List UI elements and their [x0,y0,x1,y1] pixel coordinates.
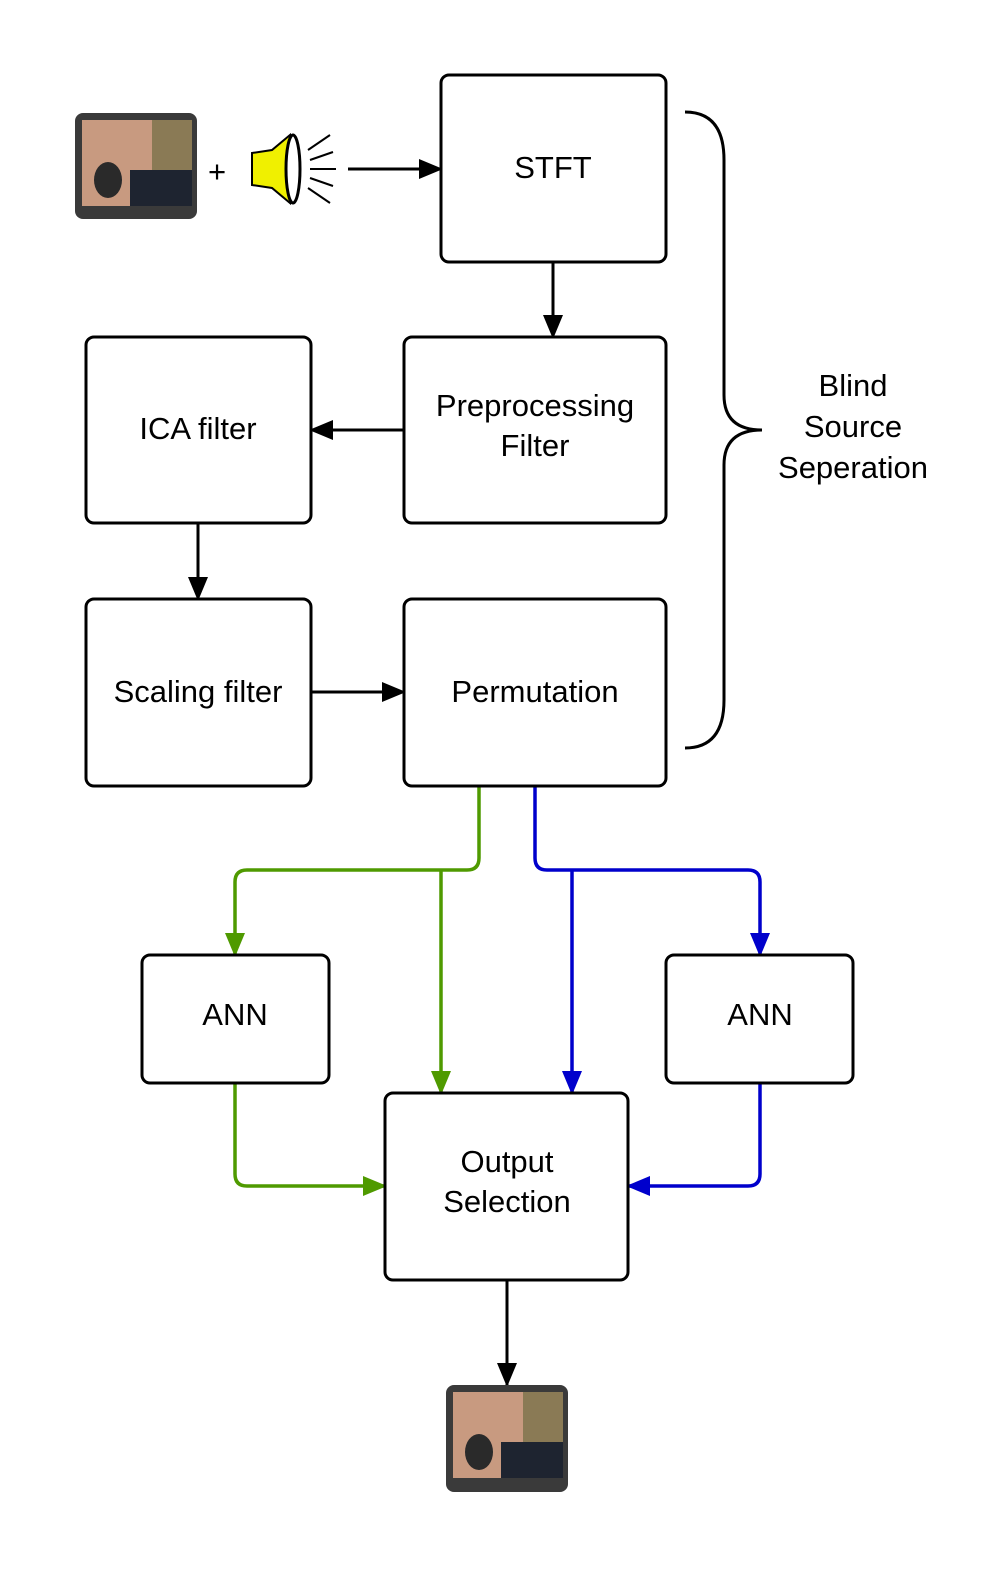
speaker-icon [251,132,336,206]
stft-box: STFT [439,73,668,264]
plus-sign: + [208,154,226,189]
ann-left-label: ANN [202,997,267,1032]
preprocessing-filter-box: Preprocessing Filter [402,335,668,525]
brace-label-2: Source [804,409,902,444]
preprocessing-label-2: Filter [501,428,570,463]
ann-left-box: ANN [140,953,331,1085]
permutation-box: Permutation [402,597,668,788]
ica-filter-box: ICA filter [84,335,313,525]
output-label-2: Selection [443,1184,571,1219]
bss-diagram: + STFT Preprocessing Filter ICA filter S… [75,73,928,1492]
scaling-label: Scaling filter [114,674,283,709]
preprocessing-label-1: Preprocessing [436,388,634,423]
permutation-label: Permutation [451,674,618,709]
output-label-1: Output [460,1144,553,1179]
output-video-monitor-icon [446,1385,568,1492]
ica-label: ICA filter [139,411,256,446]
scaling-filter-box: Scaling filter [84,597,313,788]
blue-path-ann-to-output [626,1083,762,1196]
blue-path-to-right-ann [533,786,770,957]
stft-label: STFT [514,150,592,185]
brace-label-1: Blind [819,368,888,403]
green-path-ann-to-output [233,1083,387,1196]
output-selection-box: Output Selection [383,1091,630,1282]
ann-right-box: ANN [664,953,855,1085]
video-monitor-icon [75,113,197,219]
ann-right-label: ANN [727,997,792,1032]
curly-brace [684,110,763,750]
brace-label-3: Seperation [778,450,928,485]
